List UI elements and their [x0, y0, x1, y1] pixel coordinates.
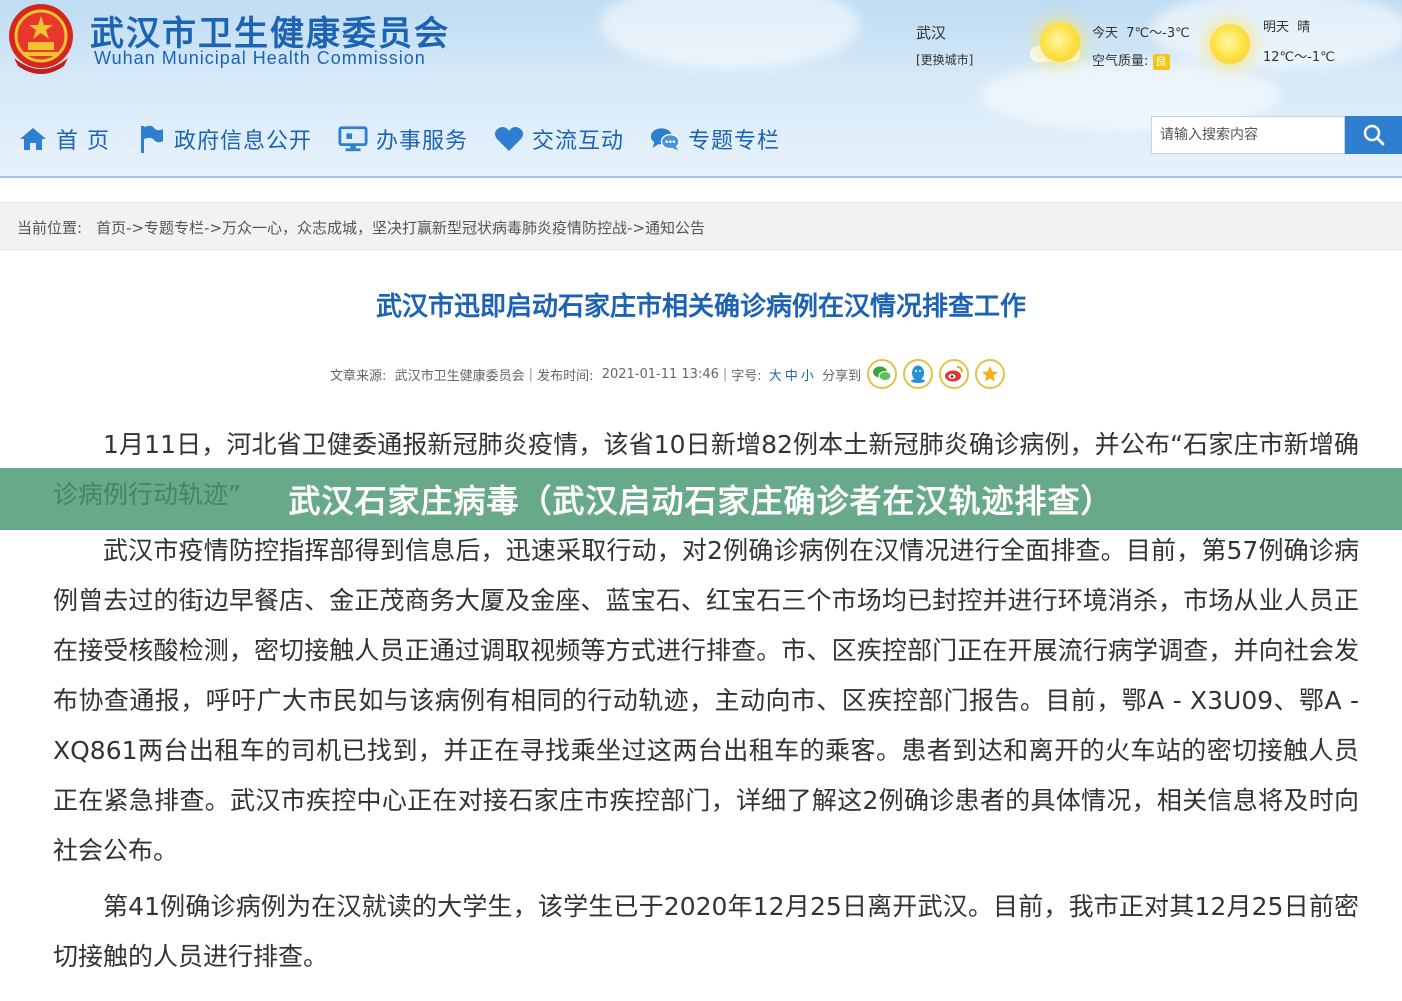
header-divider [0, 176, 1402, 178]
overlay-caption: 武汉石家庄病毒（武汉启动石家庄确诊者在汉轨迹排查） [288, 482, 1114, 520]
article-paragraph: 第41例确诊病例为在汉就读的大学生，该学生已于2020年12月25日离开武汉。目… [53, 892, 1359, 971]
city-selector: 武汉 [更换城市] [916, 22, 973, 68]
chat-icon [650, 125, 680, 153]
weather-tomorrow: 明天 晴 12℃～-1℃ [1263, 20, 1335, 80]
nav-label: 首 页 [56, 129, 110, 154]
tomorrow-temp: 12℃～-1℃ [1263, 50, 1335, 65]
overlay-caption-banner: 武汉石家庄病毒（武汉启动石家庄确诊者在汉轨迹排查） [0, 468, 1402, 530]
city-name: 武汉 [916, 24, 947, 42]
font-small-button[interactable]: 小 [801, 365, 814, 384]
meta-separator: | [722, 366, 728, 382]
sunny-icon [1210, 24, 1250, 64]
source-label: 文章来源: [330, 368, 387, 384]
site-header: 武汉市卫生健康委员会 Wuhan Municipal Health Commis… [0, 0, 1402, 178]
weibo-icon[interactable] [939, 359, 970, 389]
nav-item-home[interactable]: 首 页 [18, 123, 110, 155]
breadcrumb: 当前位置: 首页->专题专栏->万众一心，众志成城，坚决打赢新型冠状病毒肺炎疫情防… [17, 217, 705, 238]
date-label: 发布时间: [537, 368, 594, 384]
breadcrumb-bar: 当前位置: 首页->专题专栏->万众一心，众志成城，坚决打赢新型冠状病毒肺炎疫情防… [0, 202, 1402, 250]
article-title: 武汉市迅即启动石家庄市相关确诊病例在汉情况排查工作 [375, 292, 1026, 322]
site-title-english: Wuhan Municipal Health Commission [94, 48, 426, 68]
font-large-button[interactable]: 大 [769, 365, 782, 384]
search-input[interactable] [1151, 116, 1345, 154]
flag-icon [136, 125, 166, 153]
search-icon [1363, 124, 1384, 146]
article-meta: 文章来源: 武汉市卫生健康委员会 | 发布时间: 2021-01-11 13:4… [330, 356, 1006, 392]
meta-separator: | [528, 366, 534, 382]
main-nav: 首 页 政府信息公开 办事服务 交流互动 专题专栏 [18, 122, 806, 156]
favorite-icon[interactable] [975, 359, 1006, 389]
wechat-icon[interactable] [867, 359, 898, 389]
share-label: 分享到 [822, 368, 862, 384]
weather-today: 今天 7℃～-3℃ 空气质量: 良 [1092, 20, 1190, 76]
font-size-label: 字号: [731, 368, 762, 384]
heart-icon [494, 125, 524, 153]
publish-date: 2021-01-11 13:46 [601, 366, 719, 382]
computer-icon [338, 125, 368, 153]
air-quality-badge: 良 [1152, 54, 1170, 70]
qq-icon[interactable] [903, 359, 934, 389]
nav-label: 办事服务 [376, 129, 469, 154]
search-button[interactable] [1345, 116, 1402, 154]
nav-label: 交流互动 [532, 129, 625, 154]
nav-item-topics[interactable]: 专题专栏 [650, 123, 780, 155]
background-cloud [600, 0, 860, 70]
sunny-icon [1040, 22, 1080, 62]
tomorrow-label: 明天 [1263, 20, 1290, 35]
breadcrumb-path[interactable]: 首页->专题专栏->万众一心，众志成城，坚决打赢新型冠状病毒肺炎疫情防控战->通… [96, 219, 705, 237]
breadcrumb-label: 当前位置: [17, 219, 83, 237]
source-value: 武汉市卫生健康委员会 [394, 368, 525, 384]
today-temp: 7℃～-3℃ [1126, 26, 1190, 41]
article-paragraph: 武汉市疫情防控指挥部得到信息后，迅速采取行动，对2例确诊病例在汉情况进行全面排查… [53, 536, 1359, 865]
font-medium-button[interactable]: 中 [785, 365, 798, 384]
nav-item-gov-info[interactable]: 政府信息公开 [136, 123, 312, 155]
air-quality-label: 空气质量: [1092, 54, 1149, 69]
nav-item-interaction[interactable]: 交流互动 [494, 123, 624, 155]
home-icon [18, 125, 48, 153]
tomorrow-weather: 晴 [1297, 20, 1311, 35]
national-emblem-icon[interactable] [4, 0, 78, 78]
nav-item-services[interactable]: 办事服务 [338, 123, 468, 155]
change-city-link[interactable]: [更换城市] [916, 51, 973, 68]
today-label: 今天 [1092, 26, 1119, 41]
nav-label: 政府信息公开 [174, 129, 313, 154]
nav-label: 专题专栏 [688, 129, 781, 154]
